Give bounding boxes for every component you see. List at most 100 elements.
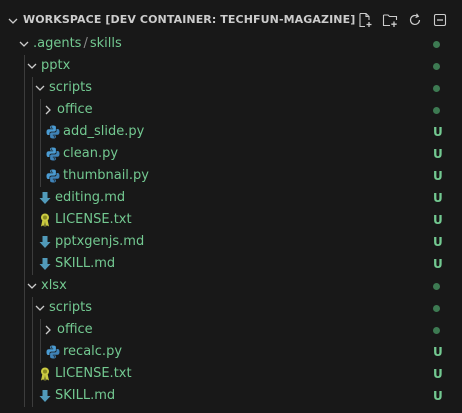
chevron-right-icon[interactable] [41, 323, 55, 337]
tree-item-label: SKILL.md [55, 256, 116, 271]
indent-guide [40, 341, 41, 363]
indent-guide [24, 253, 25, 275]
chevron-down-icon[interactable] [33, 81, 47, 95]
git-status-dot [433, 63, 440, 70]
indent-guide [32, 341, 33, 363]
git-status-badge: U [433, 345, 443, 359]
tree-file-row[interactable]: recalc.py U [0, 341, 462, 363]
tree-folder-row[interactable]: scripts [0, 77, 462, 99]
indent-guide [24, 363, 25, 385]
tree-item-label: xlsx [41, 278, 67, 293]
python-file-icon [45, 344, 61, 360]
tree-folder-row[interactable]: scripts [0, 297, 462, 319]
tree-item-label: LICENSE.txt [55, 212, 132, 227]
git-status-dot [433, 305, 440, 312]
tree-item-label: office [57, 322, 93, 337]
tree-file-row[interactable]: editing.md U [0, 187, 462, 209]
refresh-icon[interactable] [407, 12, 423, 28]
markdown-file-icon [37, 388, 53, 404]
git-status-badge: U [433, 257, 443, 271]
indent-guide [24, 209, 25, 231]
git-status-badge: U [433, 125, 443, 139]
indent-guide [40, 121, 41, 143]
indent-guide [32, 209, 33, 231]
tree-item-label: thumbnail.py [63, 168, 149, 183]
tree-file-row[interactable]: pptxgenjs.md U [0, 231, 462, 253]
indent-guide [40, 165, 41, 187]
indent-guide [32, 99, 33, 121]
tree-file-row[interactable]: LICENSE.txt U [0, 209, 462, 231]
tree-item-label: clean.py [63, 146, 119, 161]
git-status-dot [433, 85, 440, 92]
tree-file-row[interactable]: SKILL.md U [0, 253, 462, 275]
tree-item-label: scripts [49, 300, 92, 315]
indent-guide [24, 99, 25, 121]
tree-item-label: office [57, 102, 93, 117]
new-folder-icon[interactable] [382, 12, 398, 28]
chevron-down-icon[interactable] [6, 13, 20, 27]
chevron-down-icon[interactable] [17, 37, 31, 51]
indent-guide [32, 143, 33, 165]
tree-folder-row[interactable]: xlsx [0, 275, 462, 297]
git-status-badge: U [433, 191, 443, 205]
chevron-right-icon[interactable] [41, 103, 55, 117]
indent-guide [24, 143, 25, 165]
git-status-badge: U [433, 389, 443, 403]
git-status-dot [433, 41, 440, 48]
tree-file-row[interactable]: SKILL.md U [0, 385, 462, 407]
indent-guide [24, 319, 25, 341]
path-segment: skills [89, 36, 122, 51]
header-actions [357, 12, 448, 28]
markdown-file-icon [37, 256, 53, 272]
git-status-dot [433, 107, 440, 114]
indent-guide [24, 187, 25, 209]
indent-guide [24, 121, 25, 143]
indent-guide [24, 77, 25, 99]
chevron-down-icon[interactable] [33, 301, 47, 315]
tree-folder-row[interactable]: office [0, 319, 462, 341]
tree-file-row[interactable]: thumbnail.py U [0, 165, 462, 187]
indent-guide [32, 121, 33, 143]
indent-guide [32, 187, 33, 209]
collapse-all-icon[interactable] [432, 12, 448, 28]
tree-file-row[interactable]: add_slide.py U [0, 121, 462, 143]
indent-guide [24, 385, 25, 407]
tree-file-row[interactable]: LICENSE.txt U [0, 363, 462, 385]
tree-item-label: .agents / skills [33, 33, 122, 55]
git-status-dot [433, 327, 440, 334]
license-file-icon [37, 212, 53, 228]
tree-folder-row[interactable]: .agents / skills [0, 33, 462, 55]
workspace-title: WORKSPACE [DEV CONTAINER: TECHFUN-MAGAZI… [23, 13, 356, 26]
tree-item-label: SKILL.md [55, 388, 116, 403]
chevron-down-icon[interactable] [25, 59, 39, 73]
git-status-badge: U [433, 235, 443, 249]
git-status-badge: U [433, 367, 443, 381]
git-status-badge: U [433, 213, 443, 227]
markdown-file-icon [37, 234, 53, 250]
indent-guide [32, 231, 33, 253]
indent-guide [32, 363, 33, 385]
tree-folder-row[interactable]: pptx [0, 55, 462, 77]
indent-guide [40, 143, 41, 165]
indent-guide [32, 165, 33, 187]
tree-item-label: pptx [41, 58, 71, 73]
tree-item-label: add_slide.py [63, 124, 145, 139]
markdown-file-icon [37, 190, 53, 206]
indent-guide [24, 297, 25, 319]
indent-guide [24, 341, 25, 363]
license-file-icon [37, 366, 53, 382]
indent-guide [32, 319, 33, 341]
git-status-badge: U [433, 147, 443, 161]
path-separator: / [83, 36, 88, 51]
tree-folder-row[interactable]: office [0, 99, 462, 121]
indent-guide [24, 231, 25, 253]
indent-guide [32, 253, 33, 275]
indent-guide [32, 385, 33, 407]
tree-file-row[interactable]: clean.py U [0, 143, 462, 165]
new-file-icon[interactable] [357, 12, 373, 28]
chevron-down-icon[interactable] [25, 279, 39, 293]
indent-guide [24, 165, 25, 187]
explorer-panel: WORKSPACE [DEV CONTAINER: TECHFUN-MAGAZI… [0, 0, 462, 413]
tree-item-label: recalc.py [63, 344, 123, 359]
git-status-dot [433, 283, 440, 290]
